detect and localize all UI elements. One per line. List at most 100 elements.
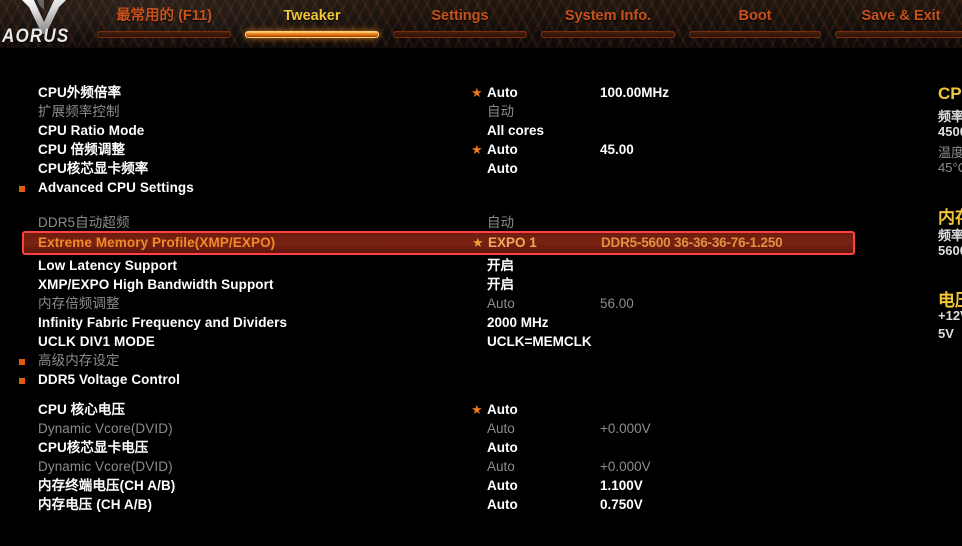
tab-label: 最常用的 (F11)	[116, 8, 212, 24]
setting-detail: 1.100V	[600, 478, 643, 493]
system-info-panel: CPU频率4500MHz温度45°C内存频率5600MHz电压+12V5V	[938, 48, 962, 546]
setting-row-cpu-ratio-adjust[interactable]: ★ CPU 倍频调整 Auto 45.00	[0, 141, 905, 160]
tab-underline	[97, 31, 231, 38]
aorus-logo: AORUS	[2, 0, 98, 47]
setting-detail: +0.000V	[600, 459, 651, 474]
setting-detail: DDR5-5600 36-36-36-76-1.250	[601, 235, 783, 250]
info-line: 频率	[938, 228, 962, 243]
setting-label: 内存电压 (CH A/B)	[38, 497, 153, 512]
info-line: 5V	[938, 326, 954, 341]
setting-row-ddr5-voltage-control[interactable]: DDR5 Voltage Control	[0, 371, 905, 390]
tab-tweaker[interactable]: Tweaker	[244, 8, 380, 44]
setting-value[interactable]: UCLK=MEMCLK	[487, 333, 592, 352]
setting-label: XMP/EXPO High Bandwidth Support	[38, 277, 274, 292]
setting-row-advanced-cpu-settings[interactable]: Advanced CPU Settings	[0, 179, 905, 198]
content-area: ★ CPU外频倍率 Auto 100.00MHz 扩展频率控制 自动 CPU Ratio M…	[0, 48, 962, 546]
tab-favorites[interactable]: 最常用的 (F11)	[96, 8, 232, 44]
setting-row-cpu-ratio-mode[interactable]: CPU Ratio Mode All cores	[0, 122, 905, 141]
setting-value[interactable]: 2000 MHz	[487, 314, 549, 333]
setting-label: Dynamic Vcore(DVID)	[38, 421, 173, 436]
tab-underline	[835, 31, 962, 38]
setting-row-dynamic-vcore-dvid-igpu[interactable]: Dynamic Vcore(DVID) Auto +0.000V	[0, 458, 905, 477]
setting-value[interactable]: Auto	[487, 496, 518, 515]
setting-label: Low Latency Support	[38, 258, 178, 273]
info-line: 温度	[938, 145, 962, 160]
bios-screen: AORUS 最常用的 (F11) Tweaker Settings System In…	[0, 0, 962, 546]
info-line: +12V	[938, 308, 962, 323]
setting-row-low-latency-support[interactable]: Low Latency Support 开启	[0, 257, 905, 276]
favorite-star-icon[interactable]: ★	[471, 143, 483, 156]
aorus-wordmark: AORUS	[2, 24, 70, 47]
setting-detail: 0.750V	[600, 497, 643, 512]
setting-value[interactable]: Auto	[487, 84, 518, 103]
setting-row-advanced-memory-settings[interactable]: 高级内存设定	[0, 352, 905, 371]
tab-label: System Info.	[564, 8, 652, 24]
setting-label: UCLK DIV1 MODE	[38, 334, 155, 349]
tab-settings[interactable]: Settings	[392, 8, 528, 44]
setting-value[interactable]: 开启	[487, 257, 514, 276]
tab-save-exit[interactable]: Save & Exit	[834, 8, 962, 44]
setting-label: CPU核芯显卡频率	[38, 161, 149, 176]
setting-row-dynamic-vcore-dvid-core[interactable]: Dynamic Vcore(DVID) Auto +0.000V	[0, 420, 905, 439]
setting-label: DDR5自动超频	[38, 215, 130, 230]
setting-row-memory-termination-voltage[interactable]: 内存终端电压(CH A/B) Auto 1.100V	[0, 477, 905, 496]
setting-value[interactable]: Auto	[487, 477, 518, 496]
tab-underline	[245, 31, 379, 38]
setting-row-cpu-core-voltage[interactable]: ★ CPU 核心电压 Auto	[0, 401, 905, 420]
setting-label: Infinity Fabric Frequency and Dividers	[38, 315, 288, 330]
setting-value[interactable]: 自动	[487, 103, 514, 122]
tab-label: Save & Exit	[861, 8, 941, 24]
setting-row-uclk-div1-mode[interactable]: UCLK DIV1 MODE UCLK=MEMCLK	[0, 333, 905, 352]
setting-value[interactable]: Auto	[487, 458, 515, 477]
tab-boot[interactable]: Boot	[688, 8, 822, 44]
setting-value[interactable]: 自动	[487, 214, 514, 233]
setting-label: CPU外频倍率	[38, 85, 122, 100]
setting-detail: 56.00	[600, 296, 634, 311]
favorite-star-icon[interactable]: ★	[471, 86, 483, 99]
submenu-bullet-icon	[19, 378, 25, 384]
setting-row-ddr5-auto-oc[interactable]: DDR5自动超频 自动	[0, 214, 905, 233]
setting-row-xmp-expo-high-bandwidth[interactable]: XMP/EXPO High Bandwidth Support 开启	[0, 276, 905, 295]
setting-value[interactable]: EXPO 1	[488, 233, 537, 253]
setting-value[interactable]: All cores	[487, 122, 544, 141]
info-line: 频率	[938, 109, 962, 124]
setting-label: 内存倍频调整	[38, 296, 120, 311]
setting-label: Extreme Memory Profile(XMP/EXPO)	[38, 235, 276, 250]
setting-detail: +0.000V	[600, 421, 651, 436]
setting-value[interactable]: Auto	[487, 439, 518, 458]
info-heading-cpu-info: CPU	[938, 84, 962, 103]
tab-underline	[541, 31, 675, 38]
header-bar: AORUS 最常用的 (F11) Tweaker Settings System In…	[0, 0, 962, 48]
setting-value[interactable]: Auto	[487, 420, 515, 439]
favorite-star-icon[interactable]: ★	[471, 403, 483, 416]
tab-label: Settings	[431, 8, 489, 24]
setting-row-extended-frequency-control[interactable]: 扩展频率控制 自动	[0, 103, 905, 122]
setting-detail: 45.00	[600, 142, 634, 157]
tab-label: Boot	[738, 8, 772, 24]
setting-label: DDR5 Voltage Control	[38, 372, 181, 387]
setting-detail: 100.00MHz	[600, 85, 670, 100]
setting-row-cpu-igpu-voltage[interactable]: CPU核芯显卡电压 Auto	[0, 439, 905, 458]
setting-value[interactable]: Auto	[487, 141, 518, 160]
setting-row-infinity-fabric-frequency[interactable]: Infinity Fabric Frequency and Dividers 20…	[0, 314, 905, 333]
tab-underline	[689, 31, 821, 38]
setting-label: CPU Ratio Mode	[38, 123, 145, 138]
setting-row-cpu-igpu-frequency[interactable]: CPU核芯显卡频率 Auto	[0, 160, 905, 179]
tab-system-info[interactable]: System Info.	[540, 8, 676, 44]
submenu-bullet-icon	[19, 359, 25, 365]
setting-row-memory-voltage[interactable]: 内存电压 (CH A/B) Auto 0.750V	[0, 496, 905, 515]
setting-label: CPU核芯显卡电压	[38, 440, 149, 455]
setting-row-memory-multiplier[interactable]: 内存倍频调整 Auto 56.00	[0, 295, 905, 314]
setting-label: 扩展频率控制	[38, 104, 120, 119]
setting-row-cpu-base-clock[interactable]: ★ CPU外频倍率 Auto 100.00MHz	[0, 84, 905, 103]
setting-value[interactable]: Auto	[487, 295, 515, 314]
submenu-bullet-icon	[19, 186, 25, 192]
tab-underline	[393, 31, 527, 38]
favorite-star-icon[interactable]: ★	[472, 236, 484, 249]
info-line: 45°C	[938, 160, 962, 175]
setting-value[interactable]: Auto	[487, 401, 518, 420]
setting-row-extreme-memory-profile[interactable]: ★ Extreme Memory Profile(XMP/EXPO) EXPO 1 D…	[22, 231, 855, 255]
setting-label: CPU 核心电压	[38, 402, 126, 417]
setting-value[interactable]: Auto	[487, 160, 518, 179]
setting-value[interactable]: 开启	[487, 276, 514, 295]
